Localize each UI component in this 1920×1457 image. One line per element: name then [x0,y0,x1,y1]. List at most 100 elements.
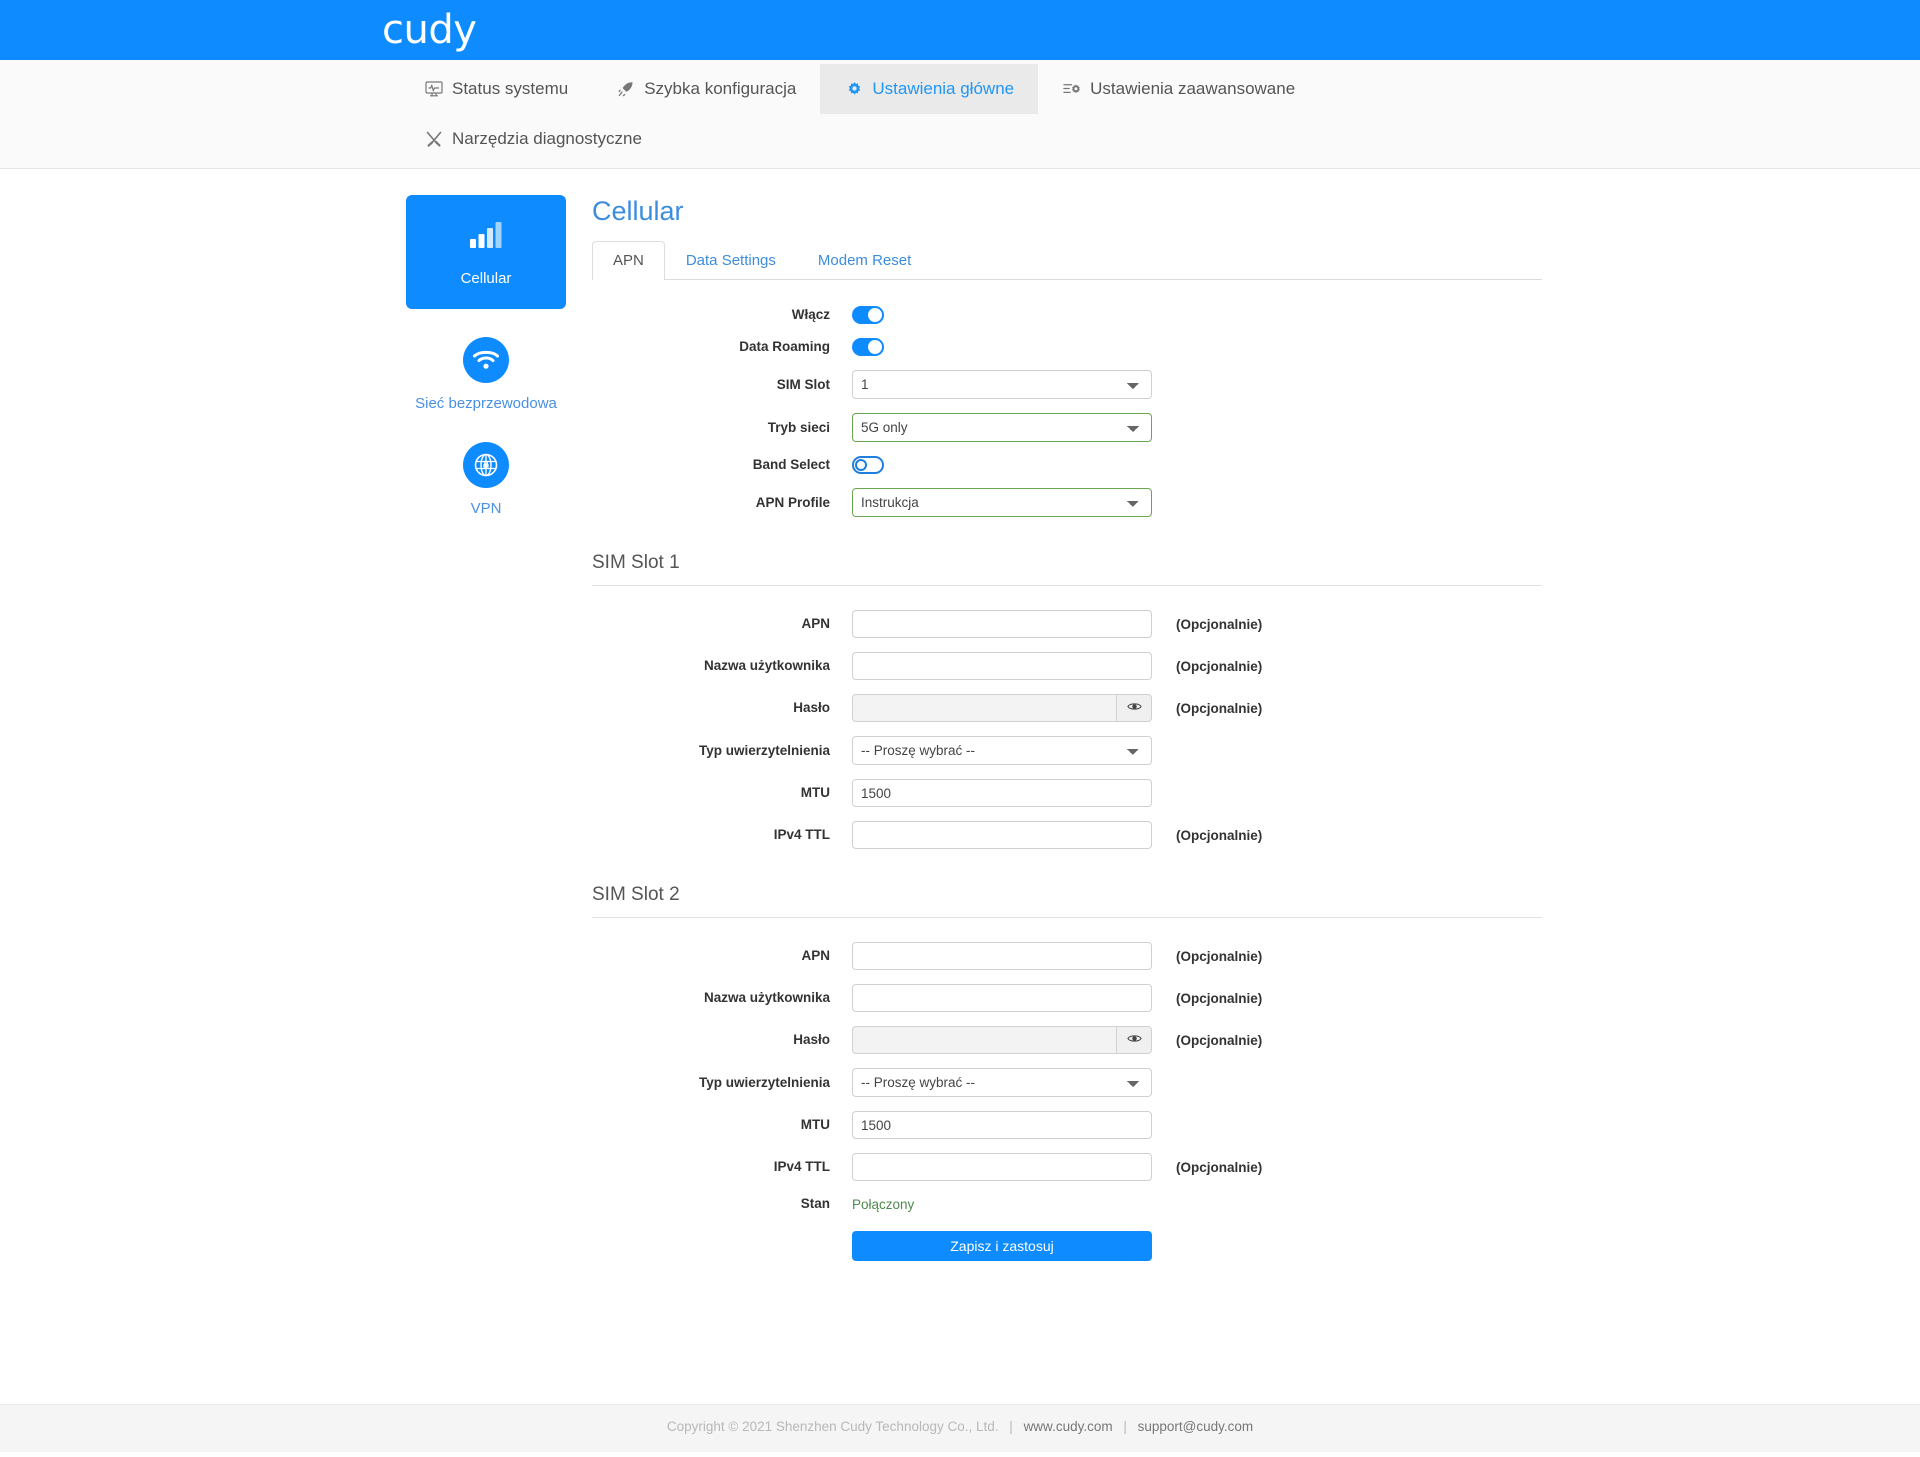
nav-row-secondary: Narzędzia diagnostyczne [400,114,1920,164]
tab-modem-reset[interactable]: Modem Reset [797,241,932,280]
app-header: cudy [0,0,1920,60]
sim-slot-control: 1 [852,370,1152,399]
footer-website-link[interactable]: www.cudy.com [1024,1419,1113,1434]
toggle-knob [868,308,882,322]
slot2-apn-input[interactable] [852,942,1152,970]
nav-row-primary: Status systemu Szybka konfiguracja Ustaw… [400,64,1920,114]
sim-slot-1-group: APN (Opcjonalnie) Nazwa użytkownika (Opc… [592,610,1542,849]
slot2-ttl-control [852,1153,1152,1181]
slot1-auth-control: -- Proszę wybrać -- [852,736,1152,765]
status-badge: Połączony [852,1197,914,1212]
slot2-mtu-input[interactable] [852,1111,1152,1139]
apn-profile-select[interactable]: Instrukcja [852,488,1152,517]
field-row-slot1-password: Hasło (Opcjonalnie) [592,694,1542,722]
signal-bars-icon [469,221,503,254]
slot2-password-control [852,1026,1152,1054]
globe-lock-icon [463,442,509,488]
sidebar-item-label: Sieć bezprzewodowa [415,393,557,414]
main-navigation: Status systemu Szybka konfiguracja Ustaw… [0,60,1920,169]
network-mode-select[interactable]: 5G only [852,413,1152,442]
field-row-slot1-mtu: MTU [592,779,1542,807]
band-select-control [852,456,884,474]
slot1-auth-label: Typ uwierzytelnienia [592,742,852,760]
slot2-mtu-control [852,1111,1152,1139]
rocket-icon [616,79,636,99]
eye-icon [1127,699,1142,717]
nav-item-ustawienia-glowne[interactable]: Ustawienia główne [820,64,1038,114]
sliders-gear-icon [1062,79,1082,99]
enable-label: Włącz [592,306,852,324]
slot2-username-control [852,984,1152,1012]
footer-email-link[interactable]: support@cudy.com [1138,1419,1254,1434]
sim-slot-1-divider [592,585,1542,586]
slot2-apn-control [852,942,1152,970]
apn-profile-label: APN Profile [592,494,852,512]
slot1-apn-input[interactable] [852,610,1152,638]
nav-item-label: Status systemu [452,78,568,100]
nav-item-label: Narzędzia diagnostyczne [452,128,642,150]
nav-item-status-systemu[interactable]: Status systemu [400,64,592,114]
field-row-status: Stan Połączony [592,1195,1542,1213]
enable-toggle[interactable] [852,306,884,324]
save-and-apply-button[interactable]: Zapisz i zastosuj [852,1231,1152,1261]
field-row-band-select: Band Select [592,456,1542,474]
slot1-ttl-label: IPv4 TTL [592,826,852,844]
field-row-slot1-username: Nazwa użytkownika (Opcjonalnie) [592,652,1542,680]
sidebar-item-cellular[interactable]: Cellular [406,195,566,309]
slot2-password-input[interactable] [852,1026,1116,1054]
slot1-auth-select[interactable]: -- Proszę wybrać -- [852,736,1152,765]
sim-slot-select[interactable]: 1 [852,370,1152,399]
content-tabs: APN Data Settings Modem Reset [592,241,1542,280]
slot2-apn-label: APN [592,947,852,965]
slot1-username-input[interactable] [852,652,1152,680]
nav-item-label: Ustawienia zaawansowane [1090,78,1295,100]
toggle-knob [855,459,867,471]
sidebar-item-label: Cellular [461,268,512,289]
slot2-password-reveal-button[interactable] [1116,1026,1152,1054]
data-roaming-control [852,338,884,356]
slot1-mtu-label: MTU [592,784,852,802]
band-select-label: Band Select [592,456,852,474]
slot1-mtu-control [852,779,1152,807]
tab-apn[interactable]: APN [592,241,665,280]
slot1-mtu-input[interactable] [852,779,1152,807]
slot1-ttl-input[interactable] [852,821,1152,849]
network-mode-label: Tryb sieci [592,419,852,437]
data-roaming-toggle[interactable] [852,338,884,356]
field-row-slot1-ttl: IPv4 TTL (Opcjonalnie) [592,821,1542,849]
general-settings-group: Włącz Data Roaming SIM Slot 1 [592,306,1542,517]
slot1-ttl-control [852,821,1152,849]
eye-icon [1127,1031,1142,1049]
slot2-username-input[interactable] [852,984,1152,1012]
slot2-apn-hint: (Opcjonalnie) [1176,949,1262,964]
field-row-slot2-mtu: MTU [592,1111,1542,1139]
nav-item-ustawienia-zaawansowane[interactable]: Ustawienia zaawansowane [1038,64,1319,114]
slot1-password-reveal-button[interactable] [1116,694,1152,722]
nav-item-szybka-konfiguracja[interactable]: Szybka konfiguracja [592,64,820,114]
page-title: Cellular [592,195,1542,227]
slot2-username-hint: (Opcjonalnie) [1176,991,1262,1006]
sidebar-item-vpn[interactable]: VPN [406,442,566,519]
slot1-apn-control [852,610,1152,638]
toggle-knob [868,340,882,354]
field-row-network-mode: Tryb sieci 5G only [592,413,1542,442]
slot2-ttl-input[interactable] [852,1153,1152,1181]
slot2-ttl-label: IPv4 TTL [592,1158,852,1176]
slot1-password-input[interactable] [852,694,1116,722]
sidebar-item-siec-bezprzewodowa[interactable]: Sieć bezprzewodowa [406,337,566,414]
field-row-sim-slot: SIM Slot 1 [592,370,1542,399]
main-content: Cellular APN Data Settings Modem Reset W… [592,195,1542,1384]
tools-icon [424,129,444,149]
wifi-icon [463,337,509,383]
nav-item-narzedzia-diagnostyczne[interactable]: Narzędzia diagnostyczne [400,114,666,164]
gear-icon [844,79,864,99]
tab-data-settings[interactable]: Data Settings [665,241,797,280]
band-select-toggle[interactable] [852,456,884,474]
slot2-auth-select[interactable]: -- Proszę wybrać -- [852,1068,1152,1097]
sim-slot-label: SIM Slot [592,376,852,394]
brand-logo[interactable]: cudy [382,10,476,50]
sidebar: Cellular Sieć bezprzewodowa [406,195,566,1384]
field-row-slot2-ttl: IPv4 TTL (Opcjonalnie) [592,1153,1542,1181]
slot2-ttl-hint: (Opcjonalnie) [1176,1160,1262,1175]
field-row-apn-profile: APN Profile Instrukcja [592,488,1542,517]
